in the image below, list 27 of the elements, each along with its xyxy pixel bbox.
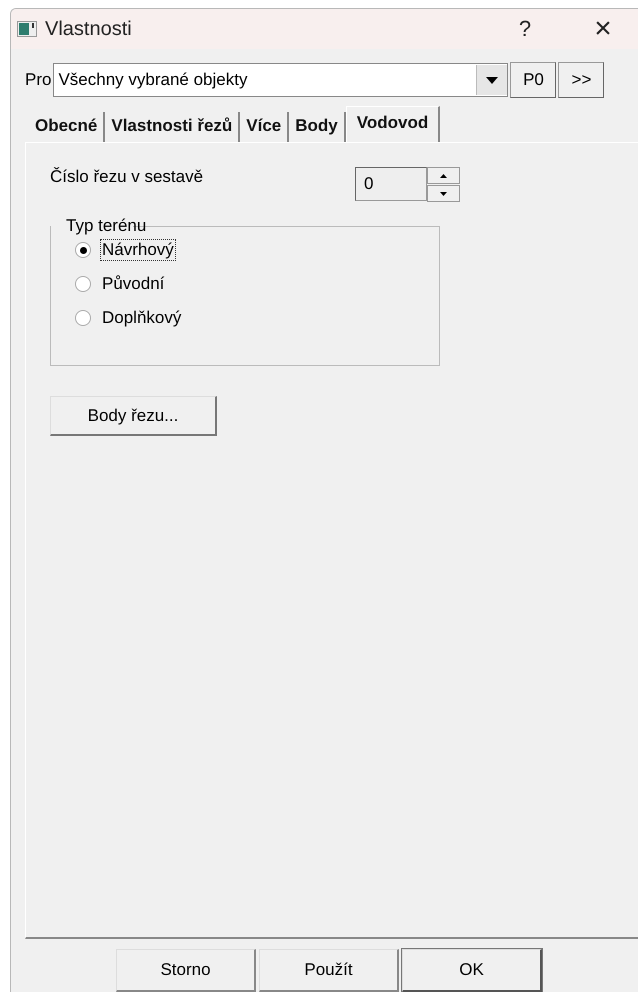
target-label: Pro	[25, 70, 52, 90]
radio-icon[interactable]	[75, 276, 91, 292]
dialog-button[interactable]: Použít	[259, 949, 399, 992]
tab[interactable]: Vodovod	[346, 106, 440, 143]
small-button[interactable]: >>	[558, 62, 604, 98]
down-arrow-icon	[440, 192, 447, 196]
spin-up-button[interactable]	[427, 167, 460, 184]
radio-option[interactable]: Původní	[75, 274, 439, 294]
target-dropdown[interactable]: Všechny vybrané objekty	[53, 63, 508, 97]
app-icon	[17, 21, 37, 37]
section-number-label: Číslo řezu v sestavě	[50, 167, 204, 187]
small-button[interactable]: P0	[510, 62, 556, 98]
radio-icon[interactable]	[75, 310, 91, 326]
close-button[interactable]: ×	[568, 12, 638, 46]
points-button[interactable]: Body řezu...	[50, 396, 217, 436]
help-button[interactable]: ?	[490, 16, 560, 42]
spin-down-button[interactable]	[427, 185, 460, 202]
up-arrow-icon	[440, 174, 447, 178]
group-title: Typ terénu	[65, 216, 148, 236]
number-field[interactable]: 0	[355, 167, 427, 201]
radio-icon[interactable]	[75, 242, 91, 258]
dialog-button[interactable]: OK	[402, 949, 542, 992]
window-title: Vlastnosti	[45, 18, 133, 40]
radio-option[interactable]: Doplňkový	[75, 308, 439, 328]
radio-option[interactable]: Návrhový	[75, 240, 439, 260]
dialog-button[interactable]: Storno	[116, 949, 256, 992]
caret-icon	[486, 76, 498, 84]
